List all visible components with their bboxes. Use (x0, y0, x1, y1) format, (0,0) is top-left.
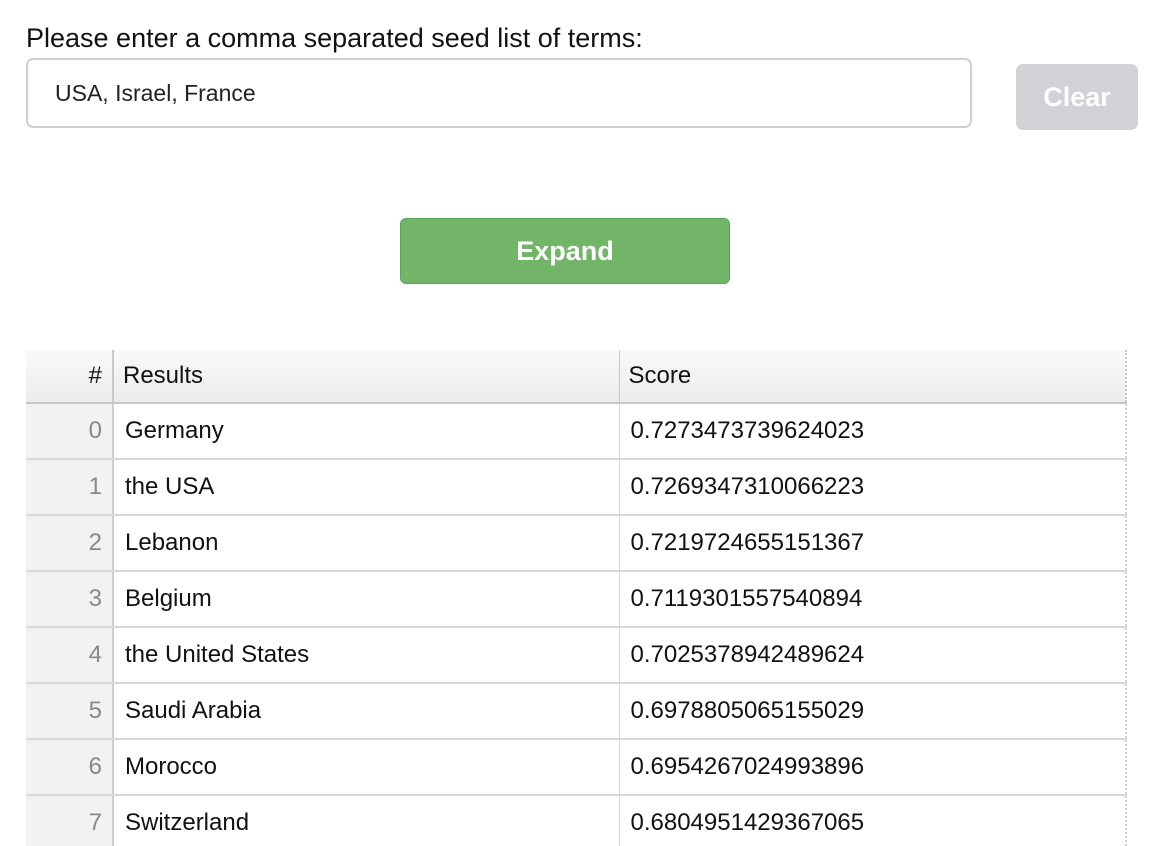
expand-button[interactable]: Expand (400, 218, 730, 284)
row-index: 4 (26, 627, 114, 684)
results-table-header: # Results Score (26, 350, 1127, 404)
table-row: 2 Lebanon 0.7219724655151367 (26, 515, 1127, 572)
table-row: 3 Belgium 0.7119301557540894 (26, 571, 1127, 628)
result-term: the United States (113, 627, 620, 684)
column-header-results[interactable]: Results (113, 350, 620, 404)
column-header-index[interactable]: # (26, 350, 114, 404)
result-score: 0.7119301557540894 (619, 571, 1127, 628)
row-index: 2 (26, 515, 114, 572)
row-index: 7 (26, 795, 114, 846)
seed-prompt-label: Please enter a comma separated seed list… (26, 23, 643, 53)
result-term: Morocco (113, 739, 620, 796)
result-score: 0.6954267024993896 (619, 739, 1127, 796)
result-score: 0.6804951429367065 (619, 795, 1127, 846)
results-table: # Results Score 0 Germany 0.727347373962… (26, 350, 1127, 846)
result-score: 0.7269347310066223 (619, 459, 1127, 516)
table-row: 6 Morocco 0.6954267024993896 (26, 739, 1127, 796)
table-row: 0 Germany 0.7273473739624023 (26, 403, 1127, 460)
table-row: 1 the USA 0.7269347310066223 (26, 459, 1127, 516)
result-term: Germany (113, 403, 620, 460)
row-index: 6 (26, 739, 114, 796)
result-score: 0.7025378942489624 (619, 627, 1127, 684)
result-term: the USA (113, 459, 620, 516)
page: Please enter a comma separated seed list… (0, 0, 1150, 846)
row-index: 1 (26, 459, 114, 516)
row-index: 5 (26, 683, 114, 740)
clear-button[interactable]: Clear (1016, 64, 1138, 130)
results-table-body: 0 Germany 0.7273473739624023 1 the USA 0… (26, 403, 1127, 846)
result-term: Saudi Arabia (113, 683, 620, 740)
column-header-score[interactable]: Score (619, 350, 1127, 404)
result-score: 0.7219724655151367 (619, 515, 1127, 572)
result-term: Lebanon (113, 515, 620, 572)
table-row: 5 Saudi Arabia 0.6978805065155029 (26, 683, 1127, 740)
result-score: 0.6978805065155029 (619, 683, 1127, 740)
result-term: Switzerland (113, 795, 620, 846)
result-term: Belgium (113, 571, 620, 628)
row-index: 3 (26, 571, 114, 628)
table-row: 4 the United States 0.7025378942489624 (26, 627, 1127, 684)
row-index: 0 (26, 403, 114, 460)
seed-terms-input[interactable] (26, 58, 972, 128)
result-score: 0.7273473739624023 (619, 403, 1127, 460)
table-row: 7 Switzerland 0.6804951429367065 (26, 795, 1127, 846)
